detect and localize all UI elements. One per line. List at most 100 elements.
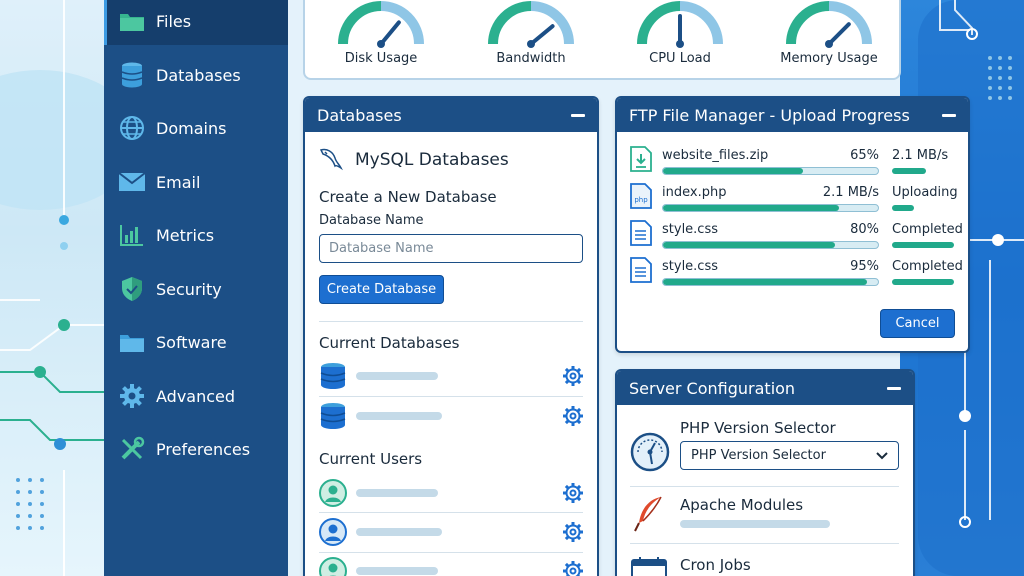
sidebar-item-files[interactable]: Files [104,0,288,45]
divider [319,321,583,322]
sidebar-item-label: Domains [156,118,227,138]
php-gauge-icon [630,432,670,477]
php-version-title: PHP Version Selector [680,419,836,437]
gauge-hub [676,40,684,48]
mysql-title: MySQL Databases [355,150,509,170]
sidebar-item-databases[interactable]: Databases [104,51,288,99]
placeholder-bar [356,567,438,575]
resource-gauges: Disk Usage Bandwidth CPU Load Memory Usa… [303,0,901,80]
gauge-arc [488,1,532,45]
database-name-input[interactable] [319,234,583,263]
panel-title: FTP File Manager - Upload Progress [629,105,910,125]
folder-icon [118,7,146,35]
shield-icon [118,275,146,303]
folder-icon [118,328,146,356]
gear-icon [118,382,146,410]
upload-value: 95% [850,259,879,274]
gauge-needle [529,24,555,46]
minimize-button[interactable] [571,113,585,117]
panel-header: Server Configuration [617,371,913,405]
sidebar-item-label: Software [156,332,227,352]
svg-text:php: php [634,196,648,204]
current-users-heading: Current Users [319,450,423,468]
file-name: style.css [662,222,718,237]
upload-progress-bar [662,241,879,249]
placeholder-bar [356,372,438,380]
sidebar-item-security[interactable]: Security [104,265,288,313]
gear-icon[interactable] [562,405,584,432]
minimize-button[interactable] [887,386,901,390]
gauge-arc [679,1,723,45]
sidebar-item-preferences[interactable]: Preferences [104,425,288,473]
gauge-cpu-load: CPU Load [620,0,740,72]
sidebar-item-advanced[interactable]: Advanced [104,372,288,420]
sidebar-item-label: Advanced [156,386,236,406]
bar-chart-icon [118,221,146,249]
gauge-arc [338,1,382,45]
file-name: style.css [662,259,718,274]
css-file-icon [630,257,652,288]
create-database-button[interactable]: Create Database [319,275,444,304]
user-avatar-icon [319,557,347,576]
gauge-dial [338,1,424,48]
gauge-arc [637,1,681,45]
php-file-icon: php [630,183,652,214]
placeholder-bar [680,520,830,528]
globe-icon [118,114,146,142]
panel-title: Databases [317,105,402,125]
gear-icon[interactable] [562,560,584,576]
gauge-dial [488,1,574,48]
sidebar-item-label: Security [156,279,222,299]
minimize-button[interactable] [942,113,956,117]
upload-status: 2.1 MB/s [892,148,949,163]
calendar-icon [630,556,668,576]
sidebar-item-domains[interactable]: Domains [104,104,288,152]
status-indicator-bar [892,205,914,211]
current-databases-heading: Current Databases [319,334,460,352]
divider [630,486,899,487]
cancel-button[interactable]: Cancel [880,309,955,338]
upload-status: Completed [892,222,963,237]
user-avatar-icon [319,479,347,512]
feather-icon [633,495,665,538]
status-indicator-bar [892,242,954,248]
gauge-needle [379,20,401,46]
upload-progress-fill [663,205,840,211]
php-version-select[interactable]: PHP Version Selector [680,441,899,470]
placeholder-bar [356,412,442,420]
upload-value: 65% [850,148,879,163]
sidebar-item-label: Preferences [156,439,251,459]
sidebar-item-metrics[interactable]: Metrics [104,211,288,259]
sidebar-item-email[interactable]: Email [104,158,288,206]
gauge-disk-usage: Disk Usage [321,0,441,72]
sidebar: Files Databases Domains Email Metrics Se… [104,0,288,576]
chevron-down-icon [876,447,888,465]
gear-icon[interactable] [562,365,584,392]
gear-icon[interactable] [562,482,584,509]
envelope-icon [118,168,146,196]
gauge-dial [637,1,723,48]
upload-progress-bar [662,278,879,286]
upload-status: Completed [892,259,963,274]
gauge-needle [827,22,851,46]
database-icon [118,61,146,89]
upload-value: 2.1 MB/s [822,185,879,200]
placeholder-bar [356,489,438,497]
database-name-label: Database Name [319,213,424,228]
divider [319,512,583,513]
database-icon [319,362,347,395]
upload-progress-fill [663,242,835,248]
gauge-bandwidth: Bandwidth [471,0,591,72]
tools-icon [118,435,146,463]
sidebar-item-software[interactable]: Software [104,318,288,366]
sidebar-item-label: Email [156,172,201,192]
sidebar-item-label: Metrics [156,225,215,245]
mysql-dolphin-icon [319,146,343,177]
status-indicator-bar [892,279,954,285]
user-avatar-icon [319,518,347,551]
status-indicator-bar [892,168,927,174]
gear-icon[interactable] [562,521,584,548]
gauge-dial [786,1,872,48]
divider [319,552,583,553]
zip-file-icon [630,146,652,177]
